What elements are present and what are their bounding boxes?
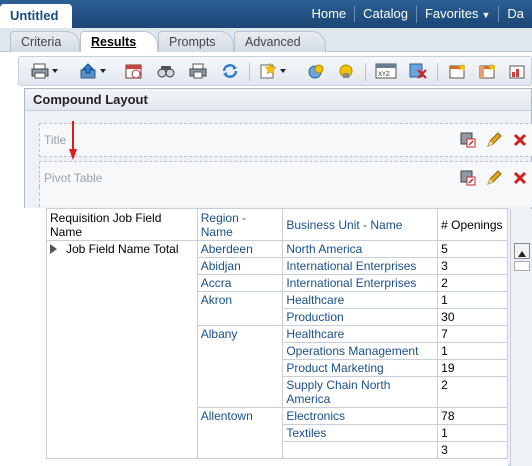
add-chart-icon[interactable] bbox=[509, 63, 527, 79]
tab-prompts[interactable]: Prompts bbox=[158, 31, 234, 52]
business-unit-cell[interactable]: International Enterprises bbox=[282, 274, 439, 292]
business-unit-cell[interactable]: Textiles bbox=[282, 424, 439, 442]
business-unit-cell[interactable] bbox=[282, 441, 439, 459]
row-header-label: Job Field Name Total bbox=[66, 242, 179, 256]
nav-home[interactable]: Home bbox=[303, 6, 354, 22]
region-cell[interactable]: Abidjan bbox=[196, 257, 284, 275]
print-preview-icon[interactable] bbox=[189, 63, 207, 79]
scroll-thumb[interactable] bbox=[514, 261, 530, 271]
business-unit-cell[interactable]: North America bbox=[282, 240, 439, 258]
openings-cell: 30 bbox=[437, 308, 508, 326]
format-container-icon[interactable] bbox=[460, 132, 476, 148]
print-icon[interactable] bbox=[31, 63, 58, 79]
table-row: Job Field Name Total Aberdeen North Americ… bbox=[46, 240, 508, 459]
business-unit-cell[interactable]: Supply Chain North America bbox=[282, 376, 439, 408]
top-bar: Untitled Home Catalog Favorites ▼ Da bbox=[0, 0, 532, 28]
pivot-table-view[interactable]: Pivot Table bbox=[39, 161, 532, 187]
business-unit-cell[interactable]: International Enterprises bbox=[282, 257, 439, 275]
refresh-icon[interactable] bbox=[221, 63, 239, 79]
business-unit-cell[interactable]: Electronics bbox=[282, 407, 439, 425]
edit-view-icon[interactable] bbox=[307, 63, 325, 79]
add-pivot-icon[interactable] bbox=[479, 63, 497, 79]
tab-advanced[interactable]: Advanced bbox=[234, 31, 326, 52]
format-container-icon[interactable] bbox=[460, 170, 476, 186]
col-header-region[interactable]: Region - Name bbox=[196, 208, 284, 241]
svg-text:XYZ: XYZ bbox=[378, 71, 390, 78]
business-unit-cell[interactable]: Healthcare bbox=[282, 325, 439, 343]
nav-dashboards[interactable]: Da bbox=[498, 6, 532, 22]
compound-header: Compound Layout bbox=[25, 89, 531, 111]
col-header-job-field[interactable]: Requisition Job Field Name bbox=[46, 208, 198, 241]
edit-icon[interactable] bbox=[486, 132, 502, 148]
business-unit-cell[interactable]: Operations Management bbox=[282, 342, 439, 360]
xml-icon[interactable]: XYZ bbox=[375, 63, 397, 79]
expand-triangle-icon[interactable] bbox=[50, 244, 62, 254]
toolbar-separator bbox=[437, 63, 438, 81]
business-unit-cell[interactable]: Production bbox=[282, 308, 439, 326]
title-view[interactable]: Title bbox=[39, 123, 532, 157]
openings-cell: 3 bbox=[437, 441, 508, 459]
remove-view-icon[interactable] bbox=[512, 170, 528, 186]
compound-layout-title: Compound Layout bbox=[33, 92, 148, 107]
pivot-view-gap bbox=[39, 187, 532, 207]
region-cell[interactable]: Aberdeen bbox=[196, 240, 284, 258]
pivot-table-body: Job Field Name Total Aberdeen North Americ… bbox=[46, 240, 508, 459]
toolbar-strip: XYZ bbox=[18, 56, 532, 86]
row-header-job-field-total[interactable]: Job Field Name Total bbox=[46, 240, 198, 459]
openings-cell: 2 bbox=[437, 376, 508, 408]
remove-view-icon[interactable] bbox=[512, 132, 528, 148]
openings-cell: 1 bbox=[437, 424, 508, 442]
tab-strip: Criteria Results Prompts Advanced bbox=[0, 28, 532, 53]
nav-catalog[interactable]: Catalog bbox=[354, 6, 416, 22]
vertical-scrollbar[interactable] bbox=[510, 209, 532, 466]
pivot-table-view-label: Pivot Table bbox=[44, 171, 103, 185]
region-cell[interactable]: Akron bbox=[196, 291, 284, 326]
chevron-down-icon: ▼ bbox=[481, 9, 491, 20]
title-view-label: Title bbox=[44, 133, 67, 147]
nav-favorites-label: Favorites bbox=[424, 5, 479, 21]
tab-criteria[interactable]: Criteria bbox=[10, 31, 80, 52]
delete-results-icon[interactable] bbox=[409, 63, 427, 79]
openings-cell: 1 bbox=[437, 291, 508, 309]
openings-cell: 7 bbox=[437, 325, 508, 343]
global-nav: Home Catalog Favorites ▼ Da bbox=[303, 0, 532, 28]
toolbar-separator bbox=[249, 63, 250, 81]
pivot-table-area: Requisition Job Field Name Region - Name… bbox=[14, 208, 508, 466]
col-header-openings[interactable]: # Openings bbox=[437, 208, 508, 241]
business-unit-cell[interactable]: Healthcare bbox=[282, 291, 439, 309]
col-header-business-unit[interactable]: Business Unit - Name bbox=[282, 208, 439, 241]
openings-cell: 78 bbox=[437, 407, 508, 425]
edit-icon[interactable] bbox=[486, 170, 502, 186]
openings-cell: 2 bbox=[437, 274, 508, 292]
toolbar: XYZ bbox=[0, 52, 532, 90]
export-icon[interactable] bbox=[79, 63, 106, 79]
region-cell[interactable]: Allentown bbox=[196, 407, 284, 459]
app-title: Untitled bbox=[0, 4, 73, 28]
tab-results[interactable]: Results bbox=[80, 31, 158, 53]
view-properties-icon[interactable] bbox=[337, 63, 355, 79]
add-table-icon[interactable] bbox=[449, 63, 467, 79]
openings-cell: 19 bbox=[437, 359, 508, 377]
pivot-table: Requisition Job Field Name Region - Name… bbox=[46, 208, 508, 459]
region-cell[interactable]: Accra bbox=[196, 274, 284, 292]
drop-indicator-arrow-icon bbox=[69, 121, 77, 160]
schedule-icon[interactable] bbox=[125, 63, 143, 79]
nav-favorites[interactable]: Favorites ▼ bbox=[415, 5, 498, 23]
new-view-icon[interactable] bbox=[259, 62, 286, 79]
openings-cell: 5 bbox=[437, 240, 508, 258]
region-cell[interactable]: Albany bbox=[196, 325, 284, 408]
scroll-up-arrow-icon[interactable] bbox=[514, 243, 530, 259]
openings-cell: 1 bbox=[437, 342, 508, 360]
business-unit-cell[interactable]: Product Marketing bbox=[282, 359, 439, 377]
preview-icon[interactable] bbox=[157, 63, 175, 79]
openings-cell: 3 bbox=[437, 257, 508, 275]
toolbar-separator bbox=[365, 63, 366, 81]
